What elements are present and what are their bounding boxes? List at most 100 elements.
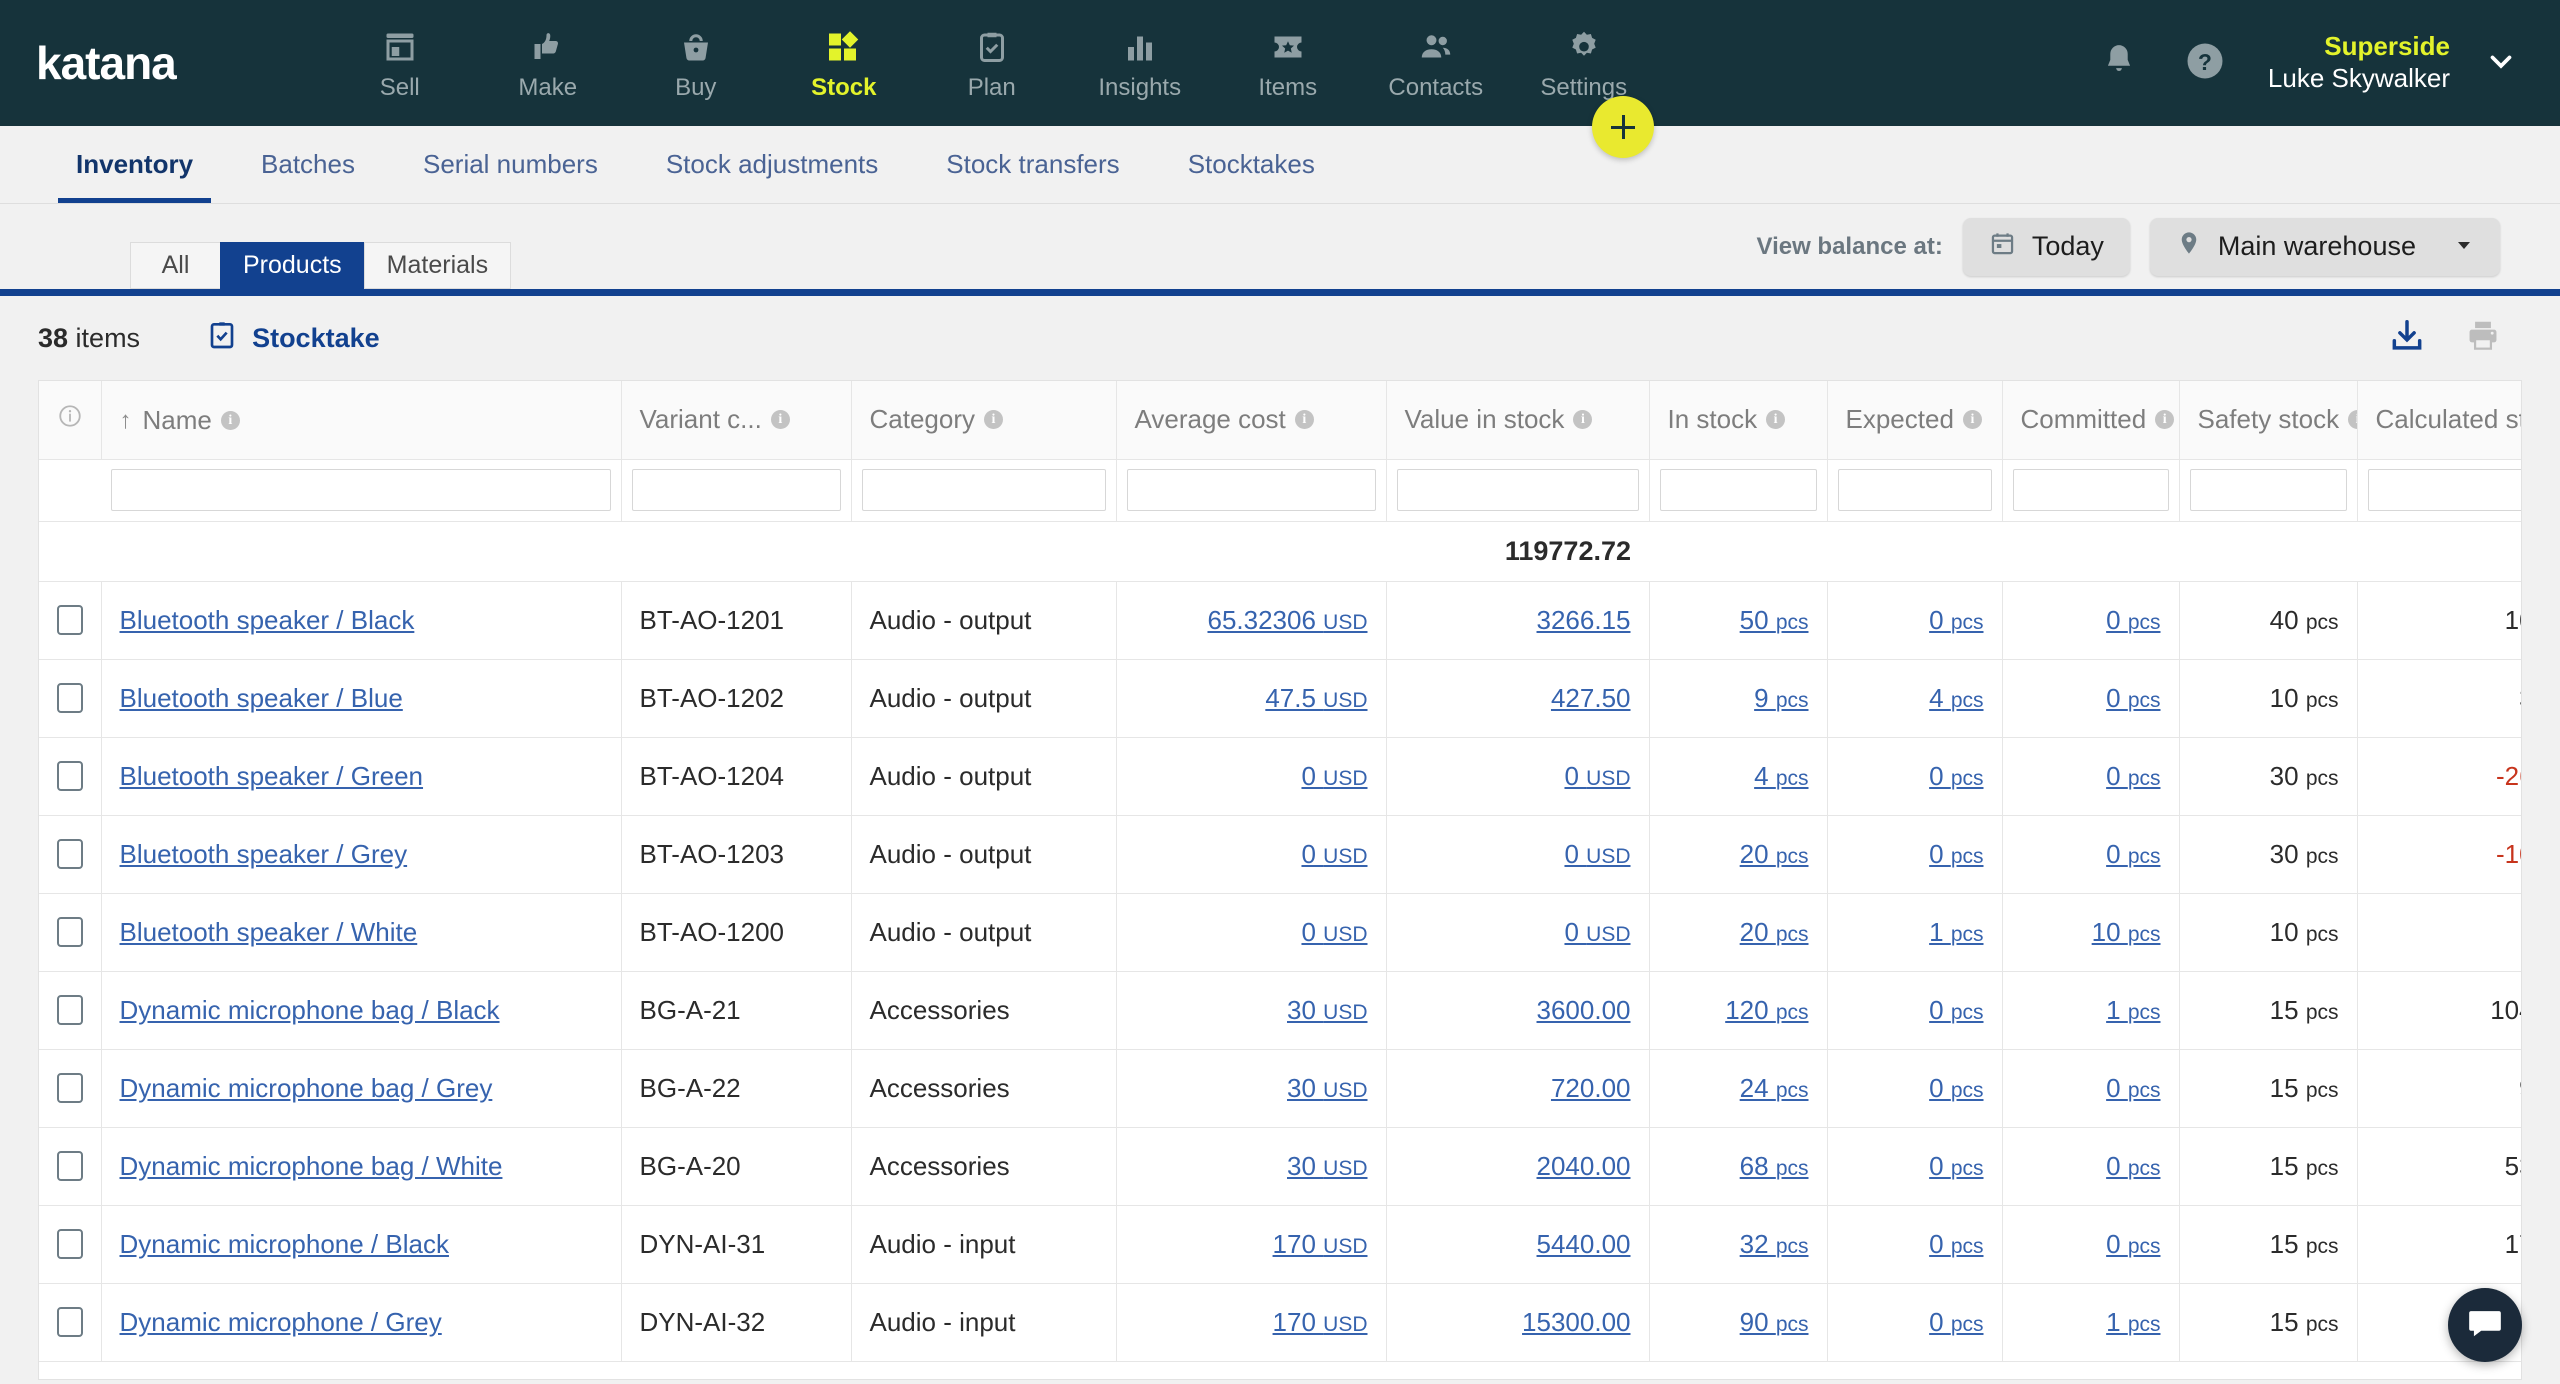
th-in-stock[interactable]: In stocki	[1649, 381, 1827, 459]
row-checkbox[interactable]	[57, 1307, 83, 1337]
filter-input-safety-stock[interactable]	[2190, 469, 2347, 511]
product-link[interactable]: Dynamic microphone bag / Grey	[120, 1073, 493, 1103]
row-checkbox[interactable]	[57, 917, 83, 947]
cell-link[interactable]: 30 USD	[1287, 1151, 1368, 1181]
cell-link[interactable]: 90 pcs	[1740, 1307, 1809, 1337]
cell-link[interactable]: 0 USD	[1564, 761, 1630, 791]
product-link[interactable]: Dynamic microphone / Grey	[120, 1307, 442, 1337]
cell-link[interactable]: 0 pcs	[2106, 1229, 2160, 1259]
table-row[interactable]: Dynamic microphone bag / BlackBG-A-21Acc…	[39, 971, 2522, 1049]
quick-add-button[interactable]	[1592, 96, 1654, 158]
cell-link[interactable]: 5440.00	[1537, 1229, 1631, 1259]
balance-date-button[interactable]: Today	[1963, 218, 2130, 276]
chat-bubble-button[interactable]	[2448, 1288, 2522, 1362]
cell-link[interactable]: 0 pcs	[1929, 605, 1983, 635]
cell-link[interactable]: 0 pcs	[1929, 839, 1983, 869]
filter-input-average-cost[interactable]	[1127, 469, 1376, 511]
table-row[interactable]: Bluetooth speaker / GreyBT-AO-1203Audio …	[39, 815, 2522, 893]
row-checkbox[interactable]	[57, 761, 83, 791]
cell-link[interactable]: 0 pcs	[1929, 1229, 1983, 1259]
cell-link[interactable]: 0 USD	[1301, 761, 1367, 791]
cell-link[interactable]: 170 USD	[1273, 1307, 1368, 1337]
cell-link[interactable]: 0 pcs	[2106, 1151, 2160, 1181]
table-row[interactable]: Bluetooth speaker / BlueBT-AO-1202Audio …	[39, 659, 2522, 737]
table-row[interactable]: Bluetooth speaker / GreenBT-AO-1204Audio…	[39, 737, 2522, 815]
table-row[interactable]: Dynamic microphone bag / GreyBG-A-22Acce…	[39, 1049, 2522, 1127]
cell-link[interactable]: 15300.00	[1522, 1307, 1630, 1337]
table-row[interactable]: Dynamic microphone / BlackDYN-AI-31Audio…	[39, 1205, 2522, 1283]
row-checkbox[interactable]	[57, 1229, 83, 1259]
notifications-button[interactable]	[2076, 42, 2162, 85]
cell-link[interactable]: 4 pcs	[1754, 761, 1808, 791]
cell-link[interactable]: 0 pcs	[1929, 1151, 1983, 1181]
cell-link[interactable]: 427.50	[1551, 683, 1631, 713]
filter-input-calculated-stock[interactable]	[2368, 469, 2523, 511]
account-menu[interactable]: Superside Luke Skywalker	[2268, 31, 2450, 94]
cell-link[interactable]: 720.00	[1551, 1073, 1631, 1103]
cell-link[interactable]: 3266.15	[1537, 605, 1631, 635]
cell-link[interactable]: 68 pcs	[1740, 1151, 1809, 1181]
row-checkbox[interactable]	[57, 605, 83, 635]
product-link[interactable]: Dynamic microphone bag / Black	[120, 995, 500, 1025]
filter-input-value-in-stock[interactable]	[1397, 469, 1639, 511]
product-link[interactable]: Dynamic microphone / Black	[120, 1229, 449, 1259]
nav-item-buy[interactable]: Buy	[622, 25, 770, 102]
nav-item-plan[interactable]: Plan	[918, 25, 1066, 102]
th-category[interactable]: Categoryi	[851, 381, 1116, 459]
row-checkbox[interactable]	[57, 839, 83, 869]
cell-link[interactable]: 24 pcs	[1740, 1073, 1809, 1103]
cell-link[interactable]: 2040.00	[1537, 1151, 1631, 1181]
th-safety-stock[interactable]: Safety stocki	[2179, 381, 2357, 459]
stocktake-button[interactable]: Stocktake	[206, 319, 380, 358]
cell-link[interactable]: 32 pcs	[1740, 1229, 1809, 1259]
table-row[interactable]: Dynamic microphone bag / WhiteBG-A-20Acc…	[39, 1127, 2522, 1205]
segment-materials[interactable]: Materials	[364, 242, 511, 289]
cell-link[interactable]: 0 pcs	[1929, 995, 1983, 1025]
tab-stocktakes[interactable]: Stocktakes	[1170, 126, 1333, 203]
cell-link[interactable]: 0 USD	[1564, 839, 1630, 869]
th-name[interactable]: ↑Namei	[101, 381, 621, 459]
help-button[interactable]: ?	[2162, 40, 2248, 87]
nav-item-insights[interactable]: Insights	[1066, 25, 1214, 102]
th-average-cost[interactable]: Average costi	[1116, 381, 1386, 459]
cell-link[interactable]: 20 pcs	[1740, 839, 1809, 869]
cell-link[interactable]: 170 USD	[1273, 1229, 1368, 1259]
cell-link[interactable]: 1 pcs	[2106, 995, 2160, 1025]
cell-link[interactable]: 0 pcs	[2106, 761, 2160, 791]
cell-link[interactable]: 20 pcs	[1740, 917, 1809, 947]
product-link[interactable]: Bluetooth speaker / Blue	[120, 683, 403, 713]
cell-link[interactable]: 0 USD	[1301, 839, 1367, 869]
nav-item-stock[interactable]: Stock	[770, 25, 918, 102]
cell-link[interactable]: 0 pcs	[2106, 1073, 2160, 1103]
katana-logo[interactable]: katana	[36, 36, 176, 90]
cell-link[interactable]: 30 USD	[1287, 1073, 1368, 1103]
cell-link[interactable]: 0 USD	[1301, 917, 1367, 947]
th-value-in-stock[interactable]: Value in stocki	[1386, 381, 1649, 459]
filter-input-committed[interactable]	[2013, 469, 2169, 511]
product-link[interactable]: Bluetooth speaker / Black	[120, 605, 415, 635]
row-checkbox[interactable]	[57, 995, 83, 1025]
cell-link[interactable]: 120 pcs	[1725, 995, 1808, 1025]
account-chevron-down-icon[interactable]	[2478, 38, 2524, 89]
filter-input-expected[interactable]	[1838, 469, 1992, 511]
nav-item-sell[interactable]: Sell	[326, 25, 474, 102]
cell-link[interactable]: 0 pcs	[1929, 1073, 1983, 1103]
cell-link[interactable]: 65.32306 USD	[1207, 605, 1367, 635]
cell-link[interactable]: 10 pcs	[2092, 917, 2161, 947]
table-row[interactable]: Bluetooth speaker / BlackBT-AO-1201Audio…	[39, 581, 2522, 659]
product-link[interactable]: Bluetooth speaker / White	[120, 917, 418, 947]
cell-link[interactable]: 1 pcs	[2106, 1307, 2160, 1337]
nav-item-settings[interactable]: Settings	[1510, 25, 1658, 102]
nav-item-items[interactable]: Items	[1214, 25, 1362, 102]
tab-batches[interactable]: Batches	[243, 126, 373, 203]
nav-item-contacts[interactable]: Contacts	[1362, 25, 1510, 102]
cell-link[interactable]: 30 USD	[1287, 995, 1368, 1025]
cell-link[interactable]: 4 pcs	[1929, 683, 1983, 713]
table-row[interactable]: Bluetooth speaker / WhiteBT-AO-1200Audio…	[39, 893, 2522, 971]
th-calculated-stock[interactable]: Calculated stocki	[2357, 381, 2522, 459]
segment-all[interactable]: All	[130, 242, 220, 289]
export-button[interactable]	[2388, 317, 2426, 360]
cell-link[interactable]: 0 pcs	[1929, 1307, 1983, 1337]
cell-link[interactable]: 0 USD	[1564, 917, 1630, 947]
cell-link[interactable]: 0 pcs	[1929, 761, 1983, 791]
